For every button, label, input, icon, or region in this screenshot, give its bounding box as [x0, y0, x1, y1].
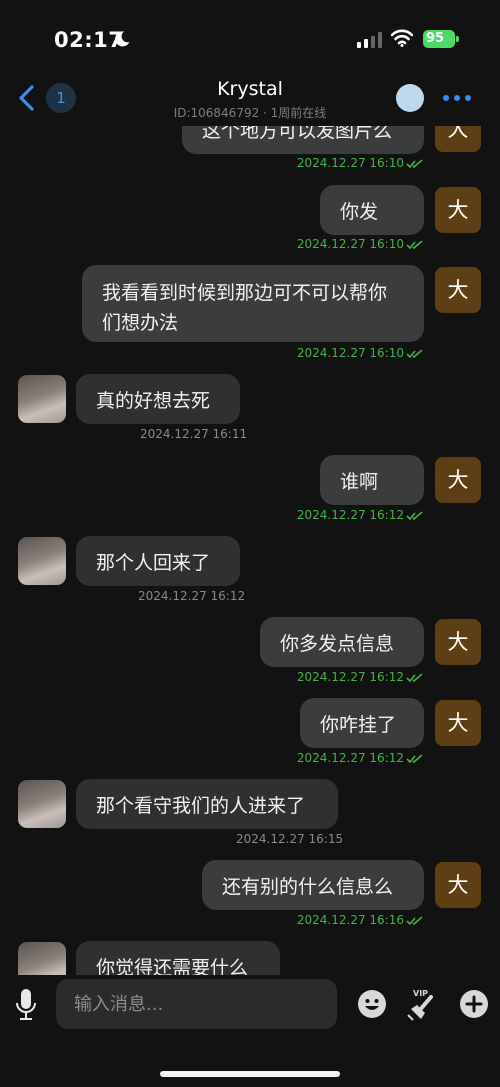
- vip-cleaner-icon[interactable]: VIP: [405, 987, 441, 1021]
- message-text: 你多发点信息: [280, 633, 395, 655]
- self-avatar[interactable]: 大: [435, 700, 481, 746]
- contact-status: ID:106846792 · 1周前在线: [173, 106, 327, 120]
- self-avatar-char: 大: [447, 278, 469, 302]
- message-timestamp: 2024.12.27 16:12: [297, 670, 424, 684]
- self-avatar-char: 大: [447, 711, 469, 735]
- composer-bar: VIP: [0, 975, 500, 1087]
- status-bar: 02:17 95: [0, 0, 500, 78]
- message-timestamp: 2024.12.27 16:11: [140, 427, 248, 441]
- double-check-icon: [406, 239, 423, 249]
- self-avatar[interactable]: 大: [435, 457, 481, 503]
- self-avatar-char: 大: [447, 468, 469, 492]
- message-bubble[interactable]: 你咋挂了: [300, 698, 424, 748]
- message-text: 你觉得还需要什么: [96, 957, 249, 975]
- message-timestamp: 2024.12.27 16:10: [297, 156, 424, 170]
- message-bubble[interactable]: 还有别的什么信息么: [202, 860, 424, 910]
- message-timestamp: 2024.12.27 16:10: [297, 237, 424, 251]
- message-timestamp: 2024.12.27 16:12: [138, 589, 246, 603]
- battery-indicator: 95: [423, 30, 459, 48]
- message-text: 真的好想去死: [96, 390, 211, 412]
- contact-name[interactable]: Krystal: [0, 78, 500, 100]
- message-text: 你发: [340, 201, 379, 223]
- emoji-icon[interactable]: [357, 989, 387, 1019]
- double-check-icon: [406, 510, 423, 520]
- message-text: 你咋挂了: [320, 714, 397, 736]
- message-text: 我看看到时候到那边可不可以帮你们想办法: [102, 282, 388, 334]
- svg-text:VIP: VIP: [413, 989, 428, 998]
- contact-avatar[interactable]: [18, 780, 66, 828]
- sticker-icon[interactable]: [396, 84, 424, 112]
- double-check-icon: [406, 915, 423, 925]
- signal-icon: [357, 32, 382, 48]
- moon-icon: [115, 31, 130, 47]
- microphone-icon[interactable]: [14, 988, 38, 1022]
- message-text: 那个看守我们的人进来了: [96, 795, 306, 817]
- self-avatar-char: 大: [447, 873, 469, 897]
- contact-avatar[interactable]: [18, 537, 66, 585]
- message-timestamp: 2024.12.27 16:15: [236, 832, 344, 846]
- home-indicator: [160, 1071, 340, 1077]
- self-avatar-char: 大: [447, 198, 469, 222]
- message-timestamp: 2024.12.27 16:12: [297, 751, 424, 765]
- contact-avatar[interactable]: [18, 375, 66, 423]
- message-text: 还有别的什么信息么: [222, 876, 394, 898]
- double-check-icon: [406, 158, 423, 168]
- self-avatar[interactable]: 大: [435, 619, 481, 665]
- message-bubble[interactable]: 那个看守我们的人进来了: [76, 779, 338, 829]
- self-avatar[interactable]: 大: [435, 187, 481, 233]
- more-options-icon[interactable]: [441, 86, 473, 110]
- chat-header: 1 Krystal ID:106846792 · 1周前在线: [0, 78, 500, 126]
- double-check-icon: [406, 753, 423, 763]
- double-check-icon: [406, 348, 423, 358]
- self-avatar[interactable]: 大: [435, 267, 481, 313]
- message-bubble[interactable]: 谁啊: [320, 455, 424, 505]
- battery-level: 95: [426, 31, 445, 46]
- message-bubble[interactable]: 你多发点信息: [260, 617, 424, 667]
- message-timestamp: 2024.12.27 16:16: [297, 913, 424, 927]
- message-input[interactable]: [56, 979, 337, 1029]
- message-text: 那个人回来了: [96, 552, 211, 574]
- self-avatar-char: 大: [447, 630, 469, 654]
- message-timestamp: 2024.12.27 16:10: [297, 346, 424, 360]
- contact-avatar[interactable]: [18, 942, 66, 975]
- self-avatar[interactable]: 大: [435, 862, 481, 908]
- message-bubble[interactable]: 真的好想去死: [76, 374, 240, 424]
- message-text: 谁啊: [340, 471, 379, 493]
- chat-area[interactable]: 这个地方可以发图片么 大 2024.12.27 16:10 你发 大 2024.…: [0, 0, 500, 975]
- double-check-icon: [406, 672, 423, 682]
- message-timestamp: 2024.12.27 16:12: [297, 508, 424, 522]
- message-bubble[interactable]: 你发: [320, 185, 424, 235]
- wifi-icon: [391, 29, 413, 47]
- message-bubble[interactable]: 那个人回来了: [76, 536, 240, 586]
- plus-icon[interactable]: [459, 989, 489, 1019]
- message-bubble[interactable]: 你觉得还需要什么: [76, 941, 280, 975]
- message-bubble[interactable]: 我看看到时候到那边可不可以帮你们想办法: [82, 265, 424, 342]
